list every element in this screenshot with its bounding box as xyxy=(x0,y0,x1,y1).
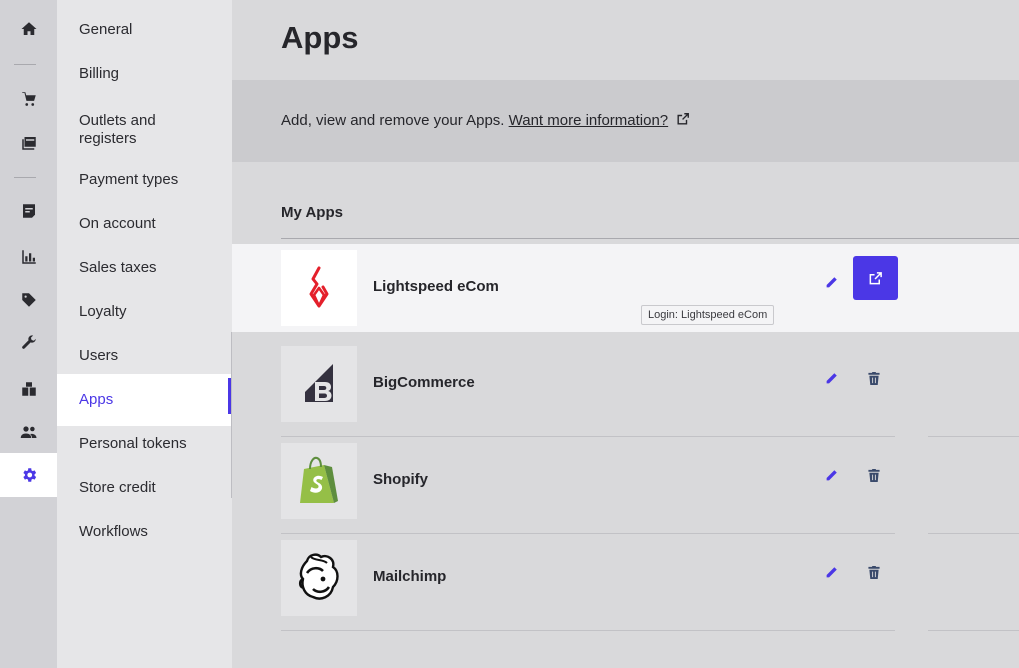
bigcommerce-logo xyxy=(305,364,333,402)
row-divider xyxy=(928,630,1019,631)
nav-item-general[interactable]: General xyxy=(57,8,232,52)
info-banner: Add, view and remove your Apps. Want mor… xyxy=(232,80,1019,162)
app-row-lightspeed-ecom: Lightspeed eCom xyxy=(232,244,1019,332)
trash-icon xyxy=(868,371,880,385)
nav-item-workflows[interactable]: Workflows xyxy=(57,510,232,554)
section-divider xyxy=(281,238,1019,239)
nav-item-label: Payment types xyxy=(79,171,179,188)
nav-item-label: On account xyxy=(79,215,156,232)
nav-item-label: Billing xyxy=(79,65,120,82)
pencil-icon xyxy=(826,566,837,577)
nav-item-label: Apps xyxy=(79,391,114,408)
edit-button[interactable] xyxy=(820,271,842,293)
nav-item-label: Sales taxes xyxy=(79,259,157,276)
app-row-bigcommerce: BigCommerce xyxy=(232,340,1019,437)
nav-item-on-account[interactable]: On account xyxy=(57,202,232,246)
rail-home[interactable] xyxy=(0,7,57,51)
pencil-icon xyxy=(826,276,837,287)
rail-catalog[interactable] xyxy=(0,121,57,165)
rail-customers[interactable] xyxy=(0,410,57,454)
nav-item-label: General xyxy=(79,21,133,38)
home-icon xyxy=(21,22,36,35)
trash-icon xyxy=(868,565,880,579)
login-button[interactable] xyxy=(853,256,898,300)
pencil-icon xyxy=(826,372,837,383)
icon-rail xyxy=(0,0,57,668)
shopify-logo xyxy=(300,456,338,503)
lightspeed-logo xyxy=(309,266,329,308)
app-logo xyxy=(281,443,357,519)
nav-item-label: Personal tokens xyxy=(79,435,187,452)
promotions-icon xyxy=(21,293,36,307)
rail-divider xyxy=(14,64,36,65)
trash-icon xyxy=(868,468,880,482)
pencil-icon xyxy=(826,469,837,480)
customers-icon xyxy=(20,426,36,438)
info-text: Add, view and remove your Apps. Want mor… xyxy=(281,112,690,129)
nav-item-label: Workflows xyxy=(79,523,148,540)
rail-reports[interactable] xyxy=(0,235,57,279)
nav-item-loyalty[interactable]: Loyalty xyxy=(57,290,232,334)
nav-item-label: Loyalty xyxy=(79,303,127,320)
delete-button[interactable] xyxy=(863,464,885,486)
rail-inventory[interactable] xyxy=(0,367,57,411)
nav-item-label: Users xyxy=(79,347,119,364)
edit-button[interactable] xyxy=(820,464,842,486)
app-logo xyxy=(281,346,357,422)
nav-item-apps[interactable]: Apps xyxy=(57,374,232,426)
info-description: Add, view and remove your Apps. xyxy=(281,112,505,129)
edit-button[interactable] xyxy=(820,367,842,389)
rail-sales-ledger[interactable] xyxy=(0,189,57,233)
app-name: BigCommerce xyxy=(373,374,475,391)
rail-sell[interactable] xyxy=(0,77,57,121)
rail-divider xyxy=(14,177,36,178)
settings-icon xyxy=(22,468,36,482)
sales-ledger-icon xyxy=(22,204,35,218)
settings-nav: General Billing Outlets and registers Pa… xyxy=(57,0,232,668)
more-info-link[interactable]: Want more information? xyxy=(509,112,669,129)
row-divider xyxy=(281,630,895,631)
nav-item-payment-types[interactable]: Payment types xyxy=(57,158,232,202)
app-logo xyxy=(281,250,357,326)
delete-button[interactable] xyxy=(863,367,885,389)
nav-item-label: Outlets and registers xyxy=(79,112,156,147)
reports-icon xyxy=(21,250,36,264)
app-name: Shopify xyxy=(373,471,428,488)
page-title: Apps xyxy=(281,20,359,55)
external-link-icon xyxy=(869,271,882,284)
nav-item-personal-tokens[interactable]: Personal tokens xyxy=(57,422,232,466)
catalog-icon xyxy=(21,137,36,150)
mailchimp-logo xyxy=(298,553,339,600)
inventory-icon xyxy=(21,382,36,396)
nav-item-outlets-and-registers[interactable]: Outlets and registers xyxy=(57,108,187,152)
nav-item-store-credit[interactable]: Store credit xyxy=(57,466,232,510)
setup-icon xyxy=(21,335,36,349)
app-row-mailchimp: Mailchimp xyxy=(232,534,1019,631)
external-link-icon xyxy=(677,113,690,125)
edit-button[interactable] xyxy=(820,561,842,583)
rail-setup[interactable] xyxy=(0,321,57,365)
nav-item-label: Store credit xyxy=(79,479,156,496)
rail-settings[interactable] xyxy=(0,453,57,497)
cart-icon xyxy=(21,92,36,106)
app-row-shopify: Shopify xyxy=(232,437,1019,534)
delete-button[interactable] xyxy=(863,561,885,583)
app-name: Mailchimp xyxy=(373,568,447,585)
app-name: Lightspeed eCom xyxy=(373,278,499,295)
main-content: Apps Add, view and remove your Apps. Wan… xyxy=(232,0,1019,668)
section-title: My Apps xyxy=(281,204,343,221)
nav-item-sales-taxes[interactable]: Sales taxes xyxy=(57,246,232,290)
rail-promotions[interactable] xyxy=(0,278,57,322)
app-logo xyxy=(281,540,357,616)
nav-item-users[interactable]: Users xyxy=(57,334,232,378)
nav-item-billing[interactable]: Billing xyxy=(57,52,232,96)
login-tooltip: Login: Lightspeed eCom xyxy=(641,305,775,325)
